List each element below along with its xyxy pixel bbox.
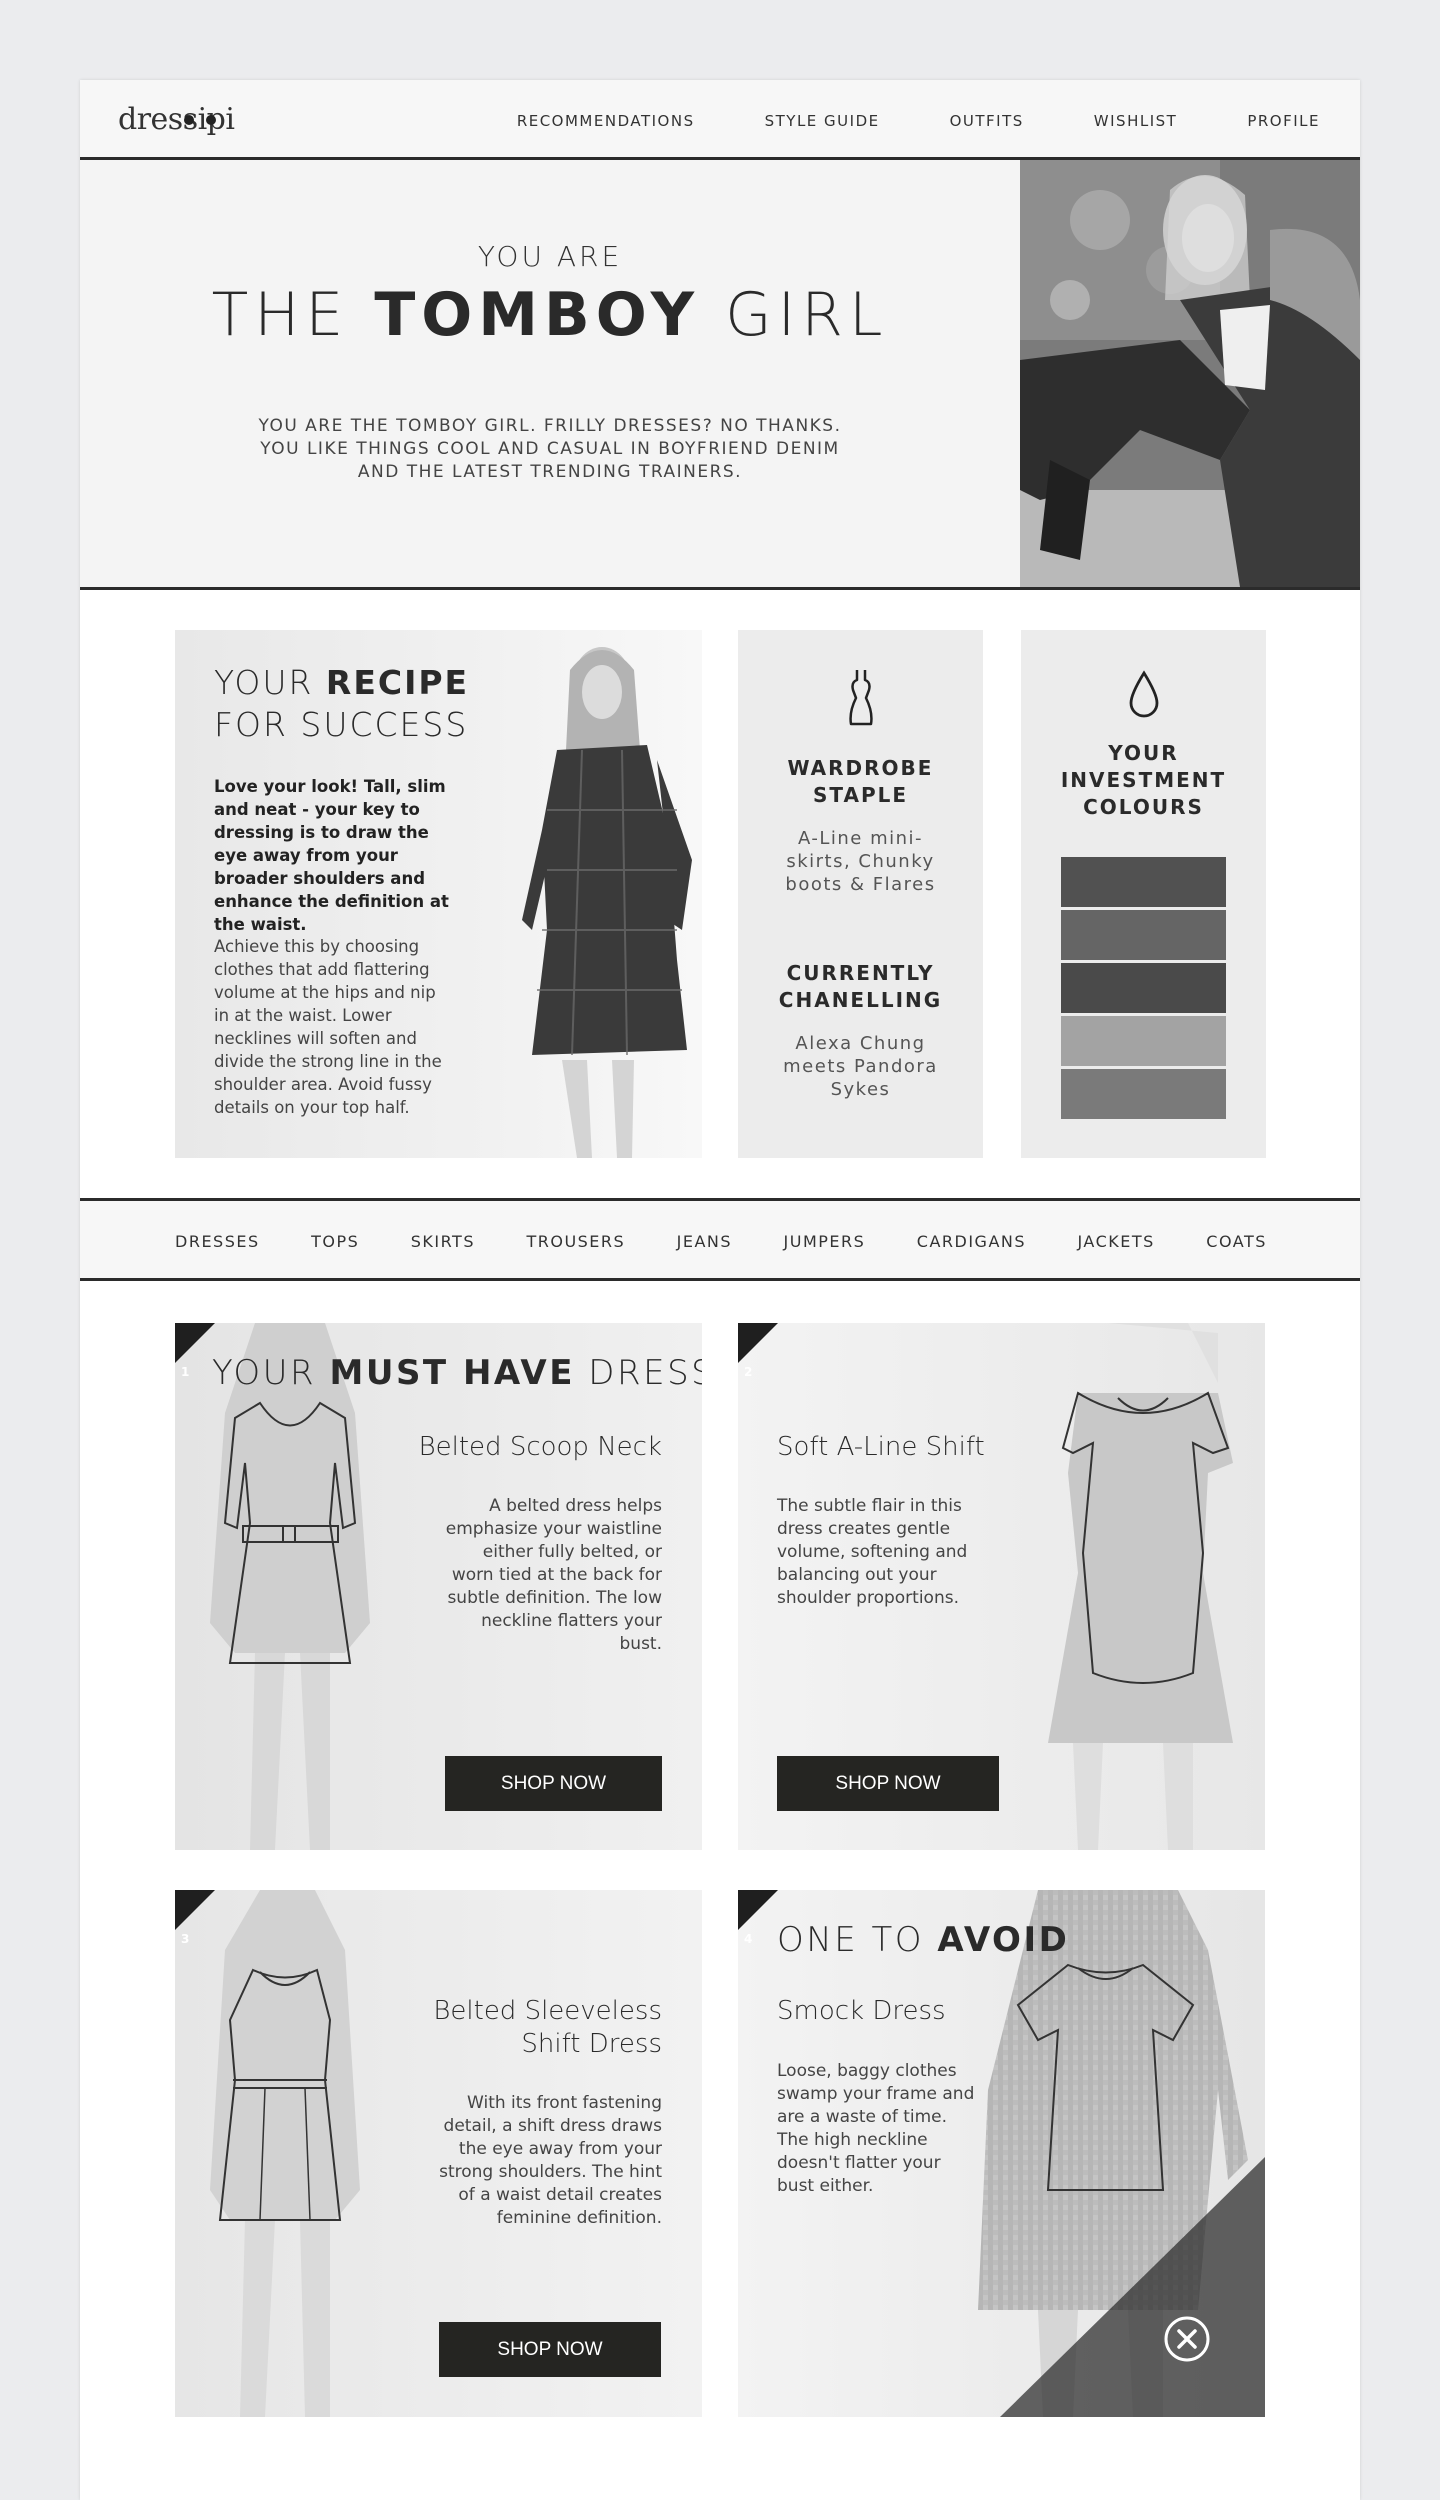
main-nav: RECOMMENDATIONS STYLE GUIDE OUTFITS WISH… — [517, 112, 1320, 130]
category-dresses[interactable]: DRESSES — [175, 1232, 260, 1251]
must-have-end: DRESS — [588, 1353, 702, 1393]
recipe-title-bold: RECIPE — [325, 663, 470, 702]
nav-outfits[interactable]: OUTFITS — [950, 112, 1024, 130]
currently-chanelling-text: Alexa Chung meets Pandora Sykes — [783, 1033, 938, 1100]
category-coats[interactable]: COATS — [1206, 1232, 1267, 1251]
nav-profile[interactable]: PROFILE — [1247, 112, 1320, 130]
recipe-title-light: YOUR — [214, 663, 314, 702]
logo-dots-icon — [184, 98, 228, 133]
hero-title-end: GIRL — [725, 280, 889, 350]
product-tile-2: 2 Soft A-Line Shift The subtle flair in … — [738, 1323, 1265, 1850]
avoid-heading: ONE TO AVOID — [777, 1920, 1069, 1960]
tile-4-number: 4 — [744, 1932, 753, 1946]
tile-1-number: 1 — [181, 1365, 190, 1379]
tile-3-number: 3 — [181, 1932, 190, 1946]
product-3-name: Belted Sleeveless Shift Dress — [433, 1996, 662, 2059]
product-2-name: Soft A-Line Shift — [777, 1432, 985, 1462]
product-tile-3: 3 Belted Sleeveless Shift Dress With its… — [175, 1890, 702, 2417]
colour-swatch-3[interactable] — [1061, 963, 1226, 1013]
category-trousers[interactable]: TROUSERS — [526, 1232, 625, 1251]
wardrobe-staple-heading: WARDROBE STAPLE — [787, 756, 934, 807]
hero-title: THE TOMBOY GIRL — [80, 280, 1020, 350]
colour-swatch-4[interactable] — [1061, 1016, 1226, 1066]
hero-pre-title: YOU ARE — [477, 240, 623, 273]
dress-sketch-2 — [1048, 1323, 1233, 1850]
product-3-shop-now-button[interactable]: SHOP NOW — [439, 2322, 661, 2377]
avoid-overlay — [1000, 2157, 1265, 2417]
category-cardigans[interactable]: CARDIGANS — [917, 1232, 1026, 1251]
tile-4-corner-badge: 4 — [738, 1890, 778, 1946]
colour-swatch-2[interactable] — [1061, 910, 1226, 960]
colour-swatch-5[interactable] — [1061, 1069, 1226, 1119]
hero-model-photo — [1020, 160, 1360, 587]
product-tile-4: 4 ONE TO AVOID Smock Dress Loose, baggy … — [738, 1890, 1265, 2417]
tile-2-number: 2 — [744, 1365, 753, 1379]
tile-3-corner-badge: 3 — [175, 1890, 215, 1946]
category-nav: DRESSES TOPS SKIRTS TROUSERS JEANS JUMPE… — [175, 1232, 1267, 1251]
dress-sketch-3 — [210, 1890, 360, 2417]
category-jumpers[interactable]: JUMPERS — [784, 1232, 866, 1251]
avoid-light: ONE TO — [777, 1920, 925, 1960]
nav-wishlist[interactable]: WISHLIST — [1094, 112, 1178, 130]
must-have-bold: MUST HAVE — [329, 1353, 575, 1393]
recipe-card: YOUR RECIPE FOR SUCCESS Love your look! … — [175, 630, 702, 1158]
product-1-shop-now-button[interactable]: SHOP NOW — [445, 1756, 662, 1811]
top-navigation-bar: dressipi RECOMMENDATIONS STYLE GUIDE OUT… — [80, 80, 1360, 160]
currently-chanelling-heading: CURRENTLY CHANELLING — [778, 961, 943, 1012]
style-profile-page: dressipi RECOMMENDATIONS STYLE GUIDE OUT… — [80, 80, 1360, 2500]
nav-recommendations[interactable]: RECOMMENDATIONS — [517, 112, 695, 130]
hero-title-start: THE — [211, 280, 350, 350]
recipe-title: YOUR RECIPE FOR SUCCESS — [214, 662, 469, 746]
hero-text: YOU ARE THE TOMBOY GIRL YOU ARE THE TOMB… — [80, 160, 1020, 587]
product-4-name: Smock Dress — [777, 1996, 946, 2026]
colour-swatch-1[interactable] — [1061, 857, 1226, 907]
recipe-model-photo — [522, 647, 692, 1158]
dress-icon — [738, 668, 983, 730]
category-skirts[interactable]: SKIRTS — [411, 1232, 475, 1251]
hero-description: YOU ARE THE TOMBOY GIRL. FRILLY DRESSES?… — [258, 416, 842, 482]
product-1-name: Belted Scoop Neck — [418, 1432, 662, 1462]
category-jeans[interactable]: JEANS — [677, 1232, 732, 1251]
product-4-description: Loose, baggy clothes swamp your frame an… — [777, 2061, 975, 2196]
tile-2-corner-badge: 2 — [738, 1323, 778, 1379]
category-tops[interactable]: TOPS — [311, 1232, 359, 1251]
product-1-description: A belted dress helps emphasize your wais… — [445, 1496, 662, 1654]
product-3-description: With its front fastening detail, a shift… — [439, 2093, 662, 2228]
investment-colours-card: YOUR INVESTMENT COLOURS — [1021, 630, 1266, 1158]
nav-style-guide[interactable]: STYLE GUIDE — [765, 112, 880, 130]
recipe-title-line2: FOR SUCCESS — [214, 705, 469, 744]
drop-icon — [1021, 670, 1266, 724]
avoid-bold: AVOID — [937, 1920, 1070, 1960]
close-icon[interactable] — [1163, 2315, 1211, 2367]
must-have-heading: YOUR MUST HAVE DRESS — [212, 1353, 702, 1393]
wardrobe-staple-text: A-Line mini-skirts, Chunky boots & Flare… — [785, 828, 936, 895]
must-have-light: YOUR — [212, 1353, 317, 1393]
category-jackets[interactable]: JACKETS — [1077, 1232, 1154, 1251]
recipe-lead-text: Love your look! Tall, slim and neat - yo… — [214, 777, 449, 934]
product-tile-1: 1 YOUR MUST HAVE DRESS Belted Scoop Neck… — [175, 1323, 702, 1850]
investment-colours-heading: YOUR INVESTMENT COLOURS — [1060, 741, 1227, 819]
category-bar: DRESSES TOPS SKIRTS TROUSERS JEANS JUMPE… — [80, 1198, 1360, 1281]
recipe-body-text: Achieve this by choosing clothes that ad… — [214, 937, 442, 1117]
hero-title-bold: TOMBOY — [374, 280, 701, 350]
tile-1-corner-badge: 1 — [175, 1323, 215, 1379]
dressipi-logo[interactable]: dressipi — [118, 102, 235, 137]
dress-sketch-1 — [210, 1323, 370, 1850]
product-2-shop-now-button[interactable]: SHOP NOW — [777, 1756, 999, 1811]
wardrobe-staple-card: WARDROBE STAPLE A-Line mini-skirts, Chun… — [738, 630, 983, 1158]
hero-section: YOU ARE THE TOMBOY GIRL YOU ARE THE TOMB… — [80, 160, 1360, 590]
product-2-description: The subtle flair in this dress creates g… — [777, 1496, 968, 1608]
